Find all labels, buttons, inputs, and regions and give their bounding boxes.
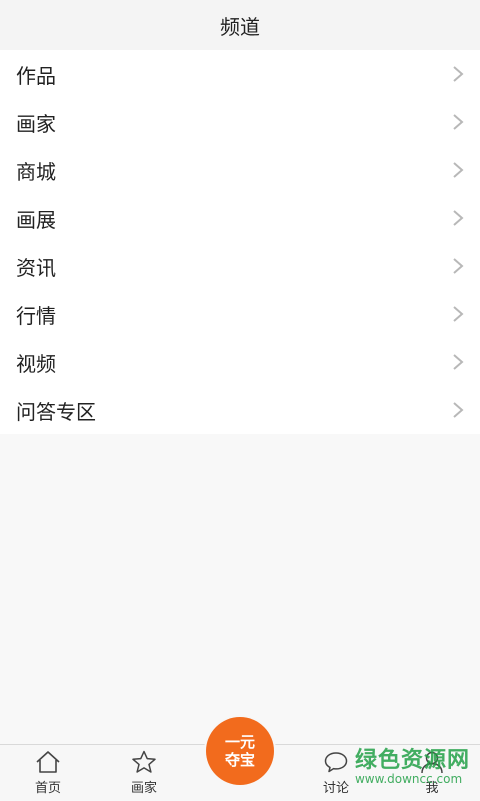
user-icon xyxy=(421,751,443,774)
channel-item-mall[interactable]: 商城 xyxy=(0,146,480,194)
chevron-right-icon xyxy=(453,258,464,274)
channel-item-news[interactable]: 资讯 xyxy=(0,242,480,290)
home-icon xyxy=(36,751,60,773)
chevron-right-icon xyxy=(453,306,464,322)
tab-home[interactable]: 首页 xyxy=(0,745,96,801)
channel-item-label: 资讯 xyxy=(16,255,56,280)
chevron-right-icon xyxy=(453,402,464,418)
channel-item-label: 画展 xyxy=(16,207,56,232)
page-title: 频道 xyxy=(220,14,260,39)
channel-list: 作品 画家 商城 画展 资讯 行情 视频 问答专区 xyxy=(0,50,480,434)
channel-item-label: 行情 xyxy=(16,303,56,328)
tab-me[interactable]: 我 xyxy=(384,745,480,801)
channel-item-label: 视频 xyxy=(16,351,56,376)
center-button-line1: 一元 xyxy=(224,733,255,751)
channel-item-exhibitions[interactable]: 画展 xyxy=(0,194,480,242)
bottom-tab-bar: 首页 画家 一元 夺宝 讨论 我 绿色资源网 www.downcc.com xyxy=(0,717,480,801)
tab-me-label: 我 xyxy=(425,781,439,796)
channel-item-market[interactable]: 行情 xyxy=(0,290,480,338)
tab-discuss-label: 讨论 xyxy=(322,781,349,796)
chevron-right-icon xyxy=(453,66,464,82)
channel-item-video[interactable]: 视频 xyxy=(0,338,480,386)
tab-artists-label: 画家 xyxy=(130,781,157,796)
chevron-right-icon xyxy=(453,114,464,130)
chat-bubble-icon xyxy=(324,752,348,773)
one-yuan-treasure-button[interactable]: 一元 夺宝 xyxy=(206,717,274,785)
chevron-right-icon xyxy=(453,210,464,226)
tab-discuss[interactable]: 讨论 xyxy=(288,745,384,801)
channel-item-artists[interactable]: 画家 xyxy=(0,98,480,146)
channel-item-label: 画家 xyxy=(16,111,56,136)
tab-artists[interactable]: 画家 xyxy=(96,745,192,801)
chevron-right-icon xyxy=(453,162,464,178)
channel-item-label: 作品 xyxy=(16,63,56,88)
star-icon xyxy=(132,750,156,773)
channel-item-works[interactable]: 作品 xyxy=(0,50,480,98)
top-bar: 频道 xyxy=(0,0,480,50)
center-button-line2: 夺宝 xyxy=(224,751,255,769)
channel-item-qa[interactable]: 问答专区 xyxy=(0,386,480,434)
chevron-right-icon xyxy=(453,354,464,370)
tab-home-label: 首页 xyxy=(34,781,61,796)
channel-item-label: 商城 xyxy=(16,159,56,184)
channel-item-label: 问答专区 xyxy=(16,399,96,424)
